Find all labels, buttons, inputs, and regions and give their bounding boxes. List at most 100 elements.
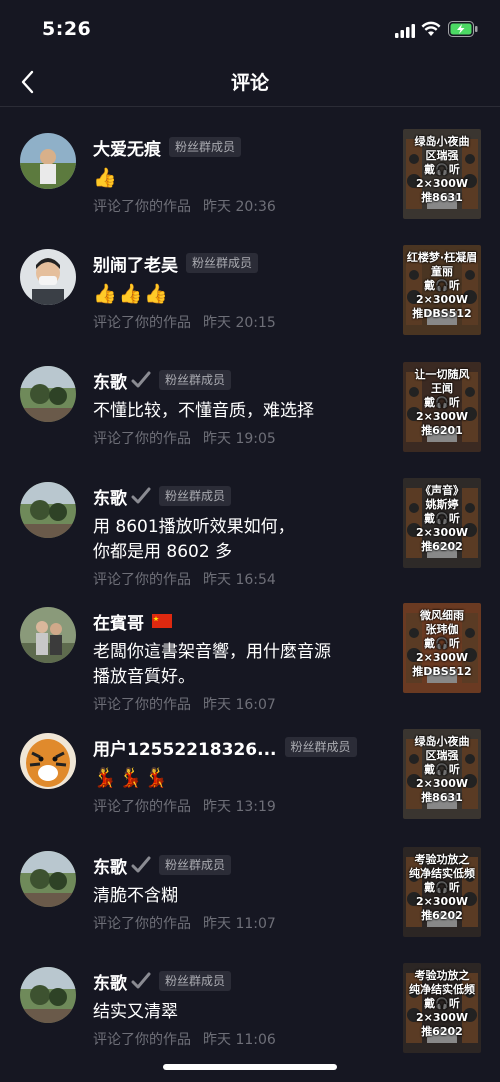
user-name[interactable]: 东歌 <box>93 853 127 878</box>
emoji: 💃 <box>144 767 169 789</box>
comment-action: 评论了你的作品 <box>93 315 191 331</box>
comment-text-line: 老闆你這書架音響，用什麼音源 <box>93 642 331 662</box>
thumbnail-caption-line: 推DBS512 <box>412 665 472 678</box>
user-row: 大爱无痕 粉丝群成员 <box>93 135 242 160</box>
thumbnail-caption-line: 王闻 <box>431 382 453 395</box>
emoji: 💃 <box>93 767 117 789</box>
video-thumbnail[interactable]: 考验功放之 纯净结实低频 戴🎧听 2×300W 推6202 <box>403 847 481 937</box>
comment-item[interactable]: 东歌 粉丝群成员 结实又清翠 评论了你的作品 昨天 11:06 考验功放之 纯净结实低频 戴🎧… <box>0 941 500 1057</box>
comment-action: 评论了你的作品 <box>93 799 191 815</box>
fan-group-badge: 粉丝群成员 <box>159 370 232 390</box>
thumbnail-caption-line: 推8631 <box>421 191 463 204</box>
thumbnail-caption: 考验功放之 纯净结实低频 戴🎧听 2×300W 推6202 <box>403 853 481 923</box>
thumbnail-caption-line: 推6202 <box>421 1025 463 1038</box>
thumbnail-caption-line: 纯净结实低频 <box>409 983 475 996</box>
thumbnail-caption: 《声音》 姚斯婷 戴🎧听 2×300W 推6202 <box>403 484 481 554</box>
user-name[interactable]: 东歌 <box>93 969 127 994</box>
user-name[interactable]: 在賓哥 <box>93 609 144 634</box>
user-row: 东歌 粉丝群成员 <box>93 969 232 994</box>
thumbnail-caption-line: 纯净结实低频 <box>409 867 475 880</box>
avatar[interactable] <box>20 133 76 189</box>
comment-action: 评论了你的作品 <box>93 199 191 215</box>
user-name[interactable]: 别闹了老吴 <box>93 251 178 276</box>
thumbnail-caption-line: 戴🎧听 <box>424 881 460 894</box>
comment-text-line: 不懂比较，不懂音质，难选择 <box>93 401 314 421</box>
user-row: 东歌 粉丝群成员 <box>93 484 232 509</box>
user-name[interactable]: 大爱无痕 <box>93 135 161 160</box>
thumbnail-caption-line: 考验功放之 <box>414 969 470 982</box>
emoji: 👍 <box>93 283 117 305</box>
comment-text: 老闆你這書架音響，用什麼音源 播放音質好。 <box>93 640 393 690</box>
comment-item[interactable]: 在賓哥 老闆你這書架音響，用什麼音源 播放音質好。 评论了你的作品 昨天 16:07 微风… <box>0 581 500 713</box>
thumbnail-caption-line: 2×300W <box>416 293 468 306</box>
avatar[interactable] <box>20 733 76 789</box>
video-thumbnail[interactable]: 考验功放之 纯净结实低频 戴🎧听 2×300W 推6202 <box>403 963 481 1053</box>
comment-meta: 评论了你的作品 昨天 11:07 <box>93 913 276 933</box>
avatar[interactable] <box>20 967 76 1023</box>
emoji: 💃 <box>118 767 143 789</box>
comment-item[interactable]: 东歌 粉丝群成员 清脆不含糊 评论了你的作品 昨天 11:07 考验功放之 纯净结实低频 戴🎧… <box>0 825 500 941</box>
comment-text-line: 结实又清翠 <box>93 1002 178 1022</box>
status-time: 5:26 <box>42 18 92 40</box>
thumbnail-caption-line: 2×300W <box>416 177 468 190</box>
thumbnail-caption-line: 童丽 <box>431 265 453 278</box>
comment-item[interactable]: 大爱无痕 粉丝群成员 👍 评论了你的作品 昨天 20:36 绿岛小夜曲 区瑞强 戴🎧听 2×30… <box>0 107 500 223</box>
comment-item[interactable]: 别闹了老吴 粉丝群成员 👍 👍 👍 评论了你的作品 昨天 20:15 红楼梦·枉凝眉 童丽 戴🎧听… <box>0 223 500 339</box>
video-thumbnail[interactable]: 绿岛小夜曲 区瑞强 戴🎧听 2×300W 推8631 <box>403 129 481 219</box>
emoji: 👍 <box>93 167 117 189</box>
fan-group-badge: 粉丝群成员 <box>169 137 242 157</box>
thumbnail-caption-line: 绿岛小夜曲 <box>414 135 470 148</box>
thumbnail-caption-line: 2×300W <box>416 526 468 539</box>
comment-emojis: 👍 <box>93 165 117 191</box>
thumbnail-caption-line: 戴🎧听 <box>424 637 460 650</box>
thumbnail-caption: 考验功放之 纯净结实低频 戴🎧听 2×300W 推6202 <box>403 969 481 1039</box>
thumbnail-caption-line: 戴🎧听 <box>424 279 460 292</box>
video-thumbnail[interactable]: 《声音》 姚斯婷 戴🎧听 2×300W 推6202 <box>403 478 481 568</box>
comment-time: 昨天 13:19 <box>203 799 276 815</box>
user-name[interactable]: 东歌 <box>93 368 127 393</box>
user-name[interactable]: 东歌 <box>93 484 127 509</box>
comment-text: 清脆不含糊 <box>93 884 393 909</box>
cellular-signal-icon <box>395 24 415 38</box>
comment-item[interactable]: 东歌 粉丝群成员不懂比较，不懂音质，难选择 评论了你的作品 昨天 19:05 让一切随风… <box>0 340 500 456</box>
thumbnail-caption-line: 戴🎧听 <box>424 163 460 176</box>
thumbnail-caption-line: 戴🎧听 <box>424 396 460 409</box>
thumbnail-caption: 红楼梦·枉凝眉 童丽 戴🎧听 2×300W 推DBS512 <box>403 251 481 321</box>
comment-action: 评论了你的作品 <box>93 916 191 932</box>
comment-item[interactable]: 东歌 粉丝群成员用 8601播放听效果如何， 你都是用 8602 多评论了你的作品昨… <box>0 456 500 588</box>
thumbnail-caption-line: 戴🎧听 <box>424 997 460 1010</box>
avatar[interactable] <box>20 851 76 907</box>
comment-text-line: 播放音質好。 <box>93 667 195 687</box>
thumbnail-caption-line: 2×300W <box>416 651 468 664</box>
video-thumbnail[interactable]: 绿岛小夜曲 区瑞强 戴🎧听 2×300W 推8631 <box>403 729 481 819</box>
avatar[interactable] <box>20 249 76 305</box>
user-name[interactable]: 用户12552218326... <box>93 735 277 760</box>
thumbnail-caption-line: 张玮伽 <box>425 623 459 636</box>
thumbnail-caption-line: 推6201 <box>421 424 463 437</box>
comment-meta: 评论了你的作品 昨天 19:05 <box>93 428 276 448</box>
thumbnail-caption-line: 推6202 <box>421 909 463 922</box>
thumbnail-caption: 让一切随风 王闻 戴🎧听 2×300W 推6201 <box>403 368 481 438</box>
comment-text-line: 清脆不含糊 <box>93 886 178 906</box>
user-row: 在賓哥 <box>93 609 172 634</box>
navigation-bar: 评论 <box>0 60 500 107</box>
thumbnail-caption-line: 推6202 <box>421 540 463 553</box>
thumbnail-caption: 绿岛小夜曲 区瑞强 戴🎧听 2×300W 推8631 <box>403 735 481 805</box>
comment-time: 昨天 11:07 <box>203 916 276 932</box>
video-thumbnail[interactable]: 让一切随风 王闻 戴🎧听 2×300W 推6201 <box>403 362 481 452</box>
user-row: 东歌 粉丝群成员 <box>93 368 232 393</box>
video-thumbnail[interactable]: 红楼梦·枉凝眉 童丽 戴🎧听 2×300W 推DBS512 <box>403 245 481 335</box>
avatar[interactable] <box>20 607 76 663</box>
comment-meta: 评论了你的作品 昨天 20:15 <box>93 312 276 332</box>
comment-text: 不懂比较，不懂音质，难选择 <box>93 399 393 424</box>
verified-check-icon <box>131 856 151 873</box>
avatar[interactable] <box>20 482 76 538</box>
verified-check-icon <box>131 487 151 504</box>
comment-emojis: 💃 💃 💃 <box>93 765 168 791</box>
video-thumbnail[interactable]: 微风细雨 张玮伽 戴🎧听 2×300W 推DBS512 <box>403 603 481 693</box>
comment-time: 昨天 20:36 <box>203 199 276 215</box>
avatar[interactable] <box>20 366 76 422</box>
comment-item[interactable]: 用户12552218326... 粉丝群成员 💃 💃 💃 评论了你的作品 昨天 13:19 绿… <box>0 707 500 823</box>
thumbnail-caption-line: 区瑞强 <box>425 749 459 762</box>
thumbnail-caption-line: 姚斯婷 <box>425 498 459 511</box>
